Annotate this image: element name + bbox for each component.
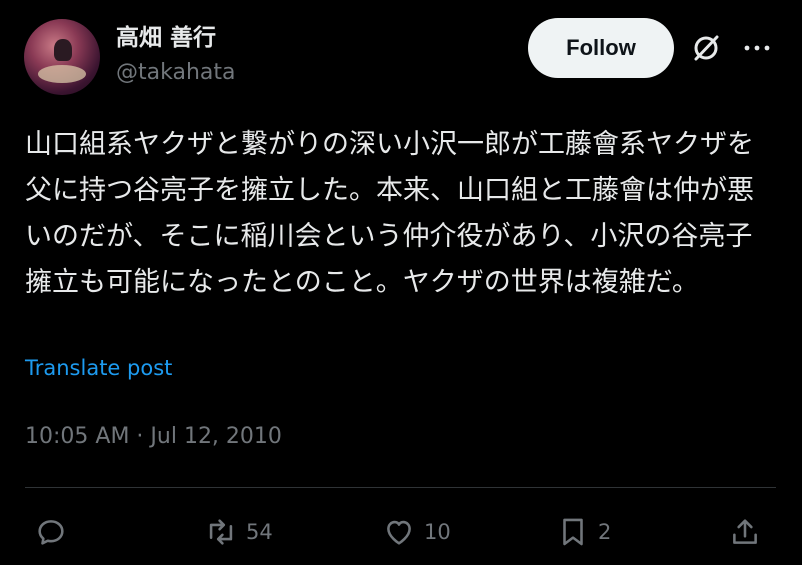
like-button[interactable]: 10 <box>382 512 451 552</box>
author-handle[interactable]: @takahata <box>116 60 235 85</box>
avatar[interactable] <box>24 19 100 95</box>
translate-post-link[interactable]: Translate post <box>25 356 172 380</box>
retweet-button[interactable]: 54 <box>204 512 273 552</box>
bookmark-count: 2 <box>598 520 612 544</box>
tweet-timestamp[interactable]: 10:05 AM · Jul 12, 2010 <box>25 424 282 449</box>
bookmark-button[interactable]: 2 <box>556 512 611 552</box>
tweet-text: 山口組系ヤクザと繋がりの深い小沢一郎が工藤會系ヤクザを父に持つ谷亮子を擁立した。… <box>25 129 754 298</box>
avatar-drum <box>38 65 86 83</box>
reply-button[interactable] <box>34 512 68 552</box>
retweet-icon <box>209 519 233 545</box>
bookmark-icon <box>563 518 583 546</box>
share-button[interactable] <box>728 512 762 552</box>
divider <box>25 487 776 488</box>
reply-icon <box>38 520 64 545</box>
avatar-figure <box>54 39 72 61</box>
more-options-icon[interactable] <box>742 38 772 58</box>
grok-icon[interactable] <box>690 32 722 64</box>
share-icon <box>733 519 757 544</box>
follow-button[interactable]: Follow <box>528 18 674 78</box>
author-display-name[interactable]: 高畑 善行 <box>116 18 216 52</box>
like-count: 10 <box>424 520 451 544</box>
heart-icon <box>387 520 411 545</box>
retweet-count: 54 <box>246 520 273 544</box>
